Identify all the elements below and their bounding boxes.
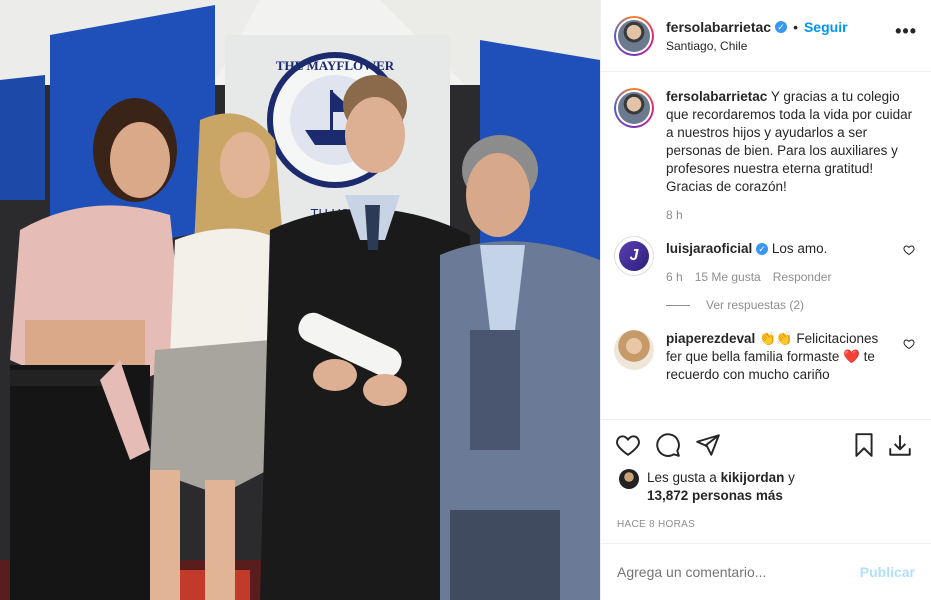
action-bar [601,419,931,469]
download-icon[interactable] [887,432,913,458]
comment-bubble-icon[interactable] [655,432,681,458]
follow-button[interactable]: Seguir [804,19,848,35]
comments-section: fersolabarrietac Y gracias a tu colegio … [601,72,931,419]
likes-joiner: y [788,470,795,485]
verified-icon: ✓ [775,20,788,33]
likes-count[interactable]: 13,872 personas más [647,488,783,503]
comment-input[interactable] [617,564,860,580]
share-paper-plane-icon[interactable] [695,432,721,458]
post-header: fersolabarrietac ✓ • Seguir Santiago, Ch… [601,0,931,72]
add-comment-bar: Publicar [601,543,931,600]
view-replies-label: Ver respuestas (2) [706,298,805,312]
banner-text: THE MAYFLOWER [276,58,395,73]
post-photo[interactable]: THE MAYFLOWER TH US [0,0,600,600]
like-heart-icon[interactable] [615,432,641,458]
comment-username[interactable]: piaperezdeval [666,331,755,346]
view-replies-link[interactable]: Ver respuestas (2) [666,298,915,312]
caption-time: 8 h [666,208,683,222]
luisjara-logo-icon: J [619,241,649,271]
like-comment-heart-icon[interactable] [903,338,915,350]
caption-username[interactable]: fersolabarrietac [666,89,767,104]
comment-avatar[interactable]: J [614,236,654,276]
likes-prefix: Les gusta a [647,470,717,485]
publish-button[interactable]: Publicar [860,564,915,580]
save-bookmark-icon[interactable] [851,432,877,458]
comment-time: 6 h [666,270,683,284]
verified-icon: ✓ [756,243,769,255]
post-details-panel: fersolabarrietac ✓ • Seguir Santiago, Ch… [600,0,931,600]
comment: J luisjaraoficial ✓ Los amo. 6 h 15 Me g… [614,236,915,286]
family-graduation-photo: THE MAYFLOWER TH US [0,0,600,600]
likes-summary: Les gusta a kikijordan y 13,872 personas… [601,469,931,515]
instagram-post: THE MAYFLOWER TH US [0,0,931,600]
reply-button[interactable]: Responder [773,268,832,286]
like-comment-heart-icon[interactable] [903,244,915,256]
post-location[interactable]: Santiago, Chile [666,39,848,53]
author-avatar[interactable] [614,15,654,56]
more-options-icon[interactable]: ••• [895,22,917,40]
caption-text: Y gracias a tu colegio que recordaremos … [666,89,913,194]
liker-avatar[interactable] [619,469,639,489]
post-timestamp[interactable]: HACE 8 HORAS [601,515,931,543]
caption: fersolabarrietac Y gracias a tu colegio … [614,88,915,224]
comment-text: Los amo. [771,241,828,256]
comment-username[interactable]: luisjaraoficial [666,241,752,256]
liker-username[interactable]: kikijordan [721,470,785,485]
comment-likes[interactable]: 15 Me gusta [695,268,761,286]
comment: piaperezdeval 👏👏 Felicitaciones fer que … [614,330,915,384]
caption-avatar[interactable] [614,88,654,128]
author-username[interactable]: fersolabarrietac [666,19,771,35]
separator-dot: • [793,18,798,35]
comment-avatar[interactable] [614,330,654,370]
